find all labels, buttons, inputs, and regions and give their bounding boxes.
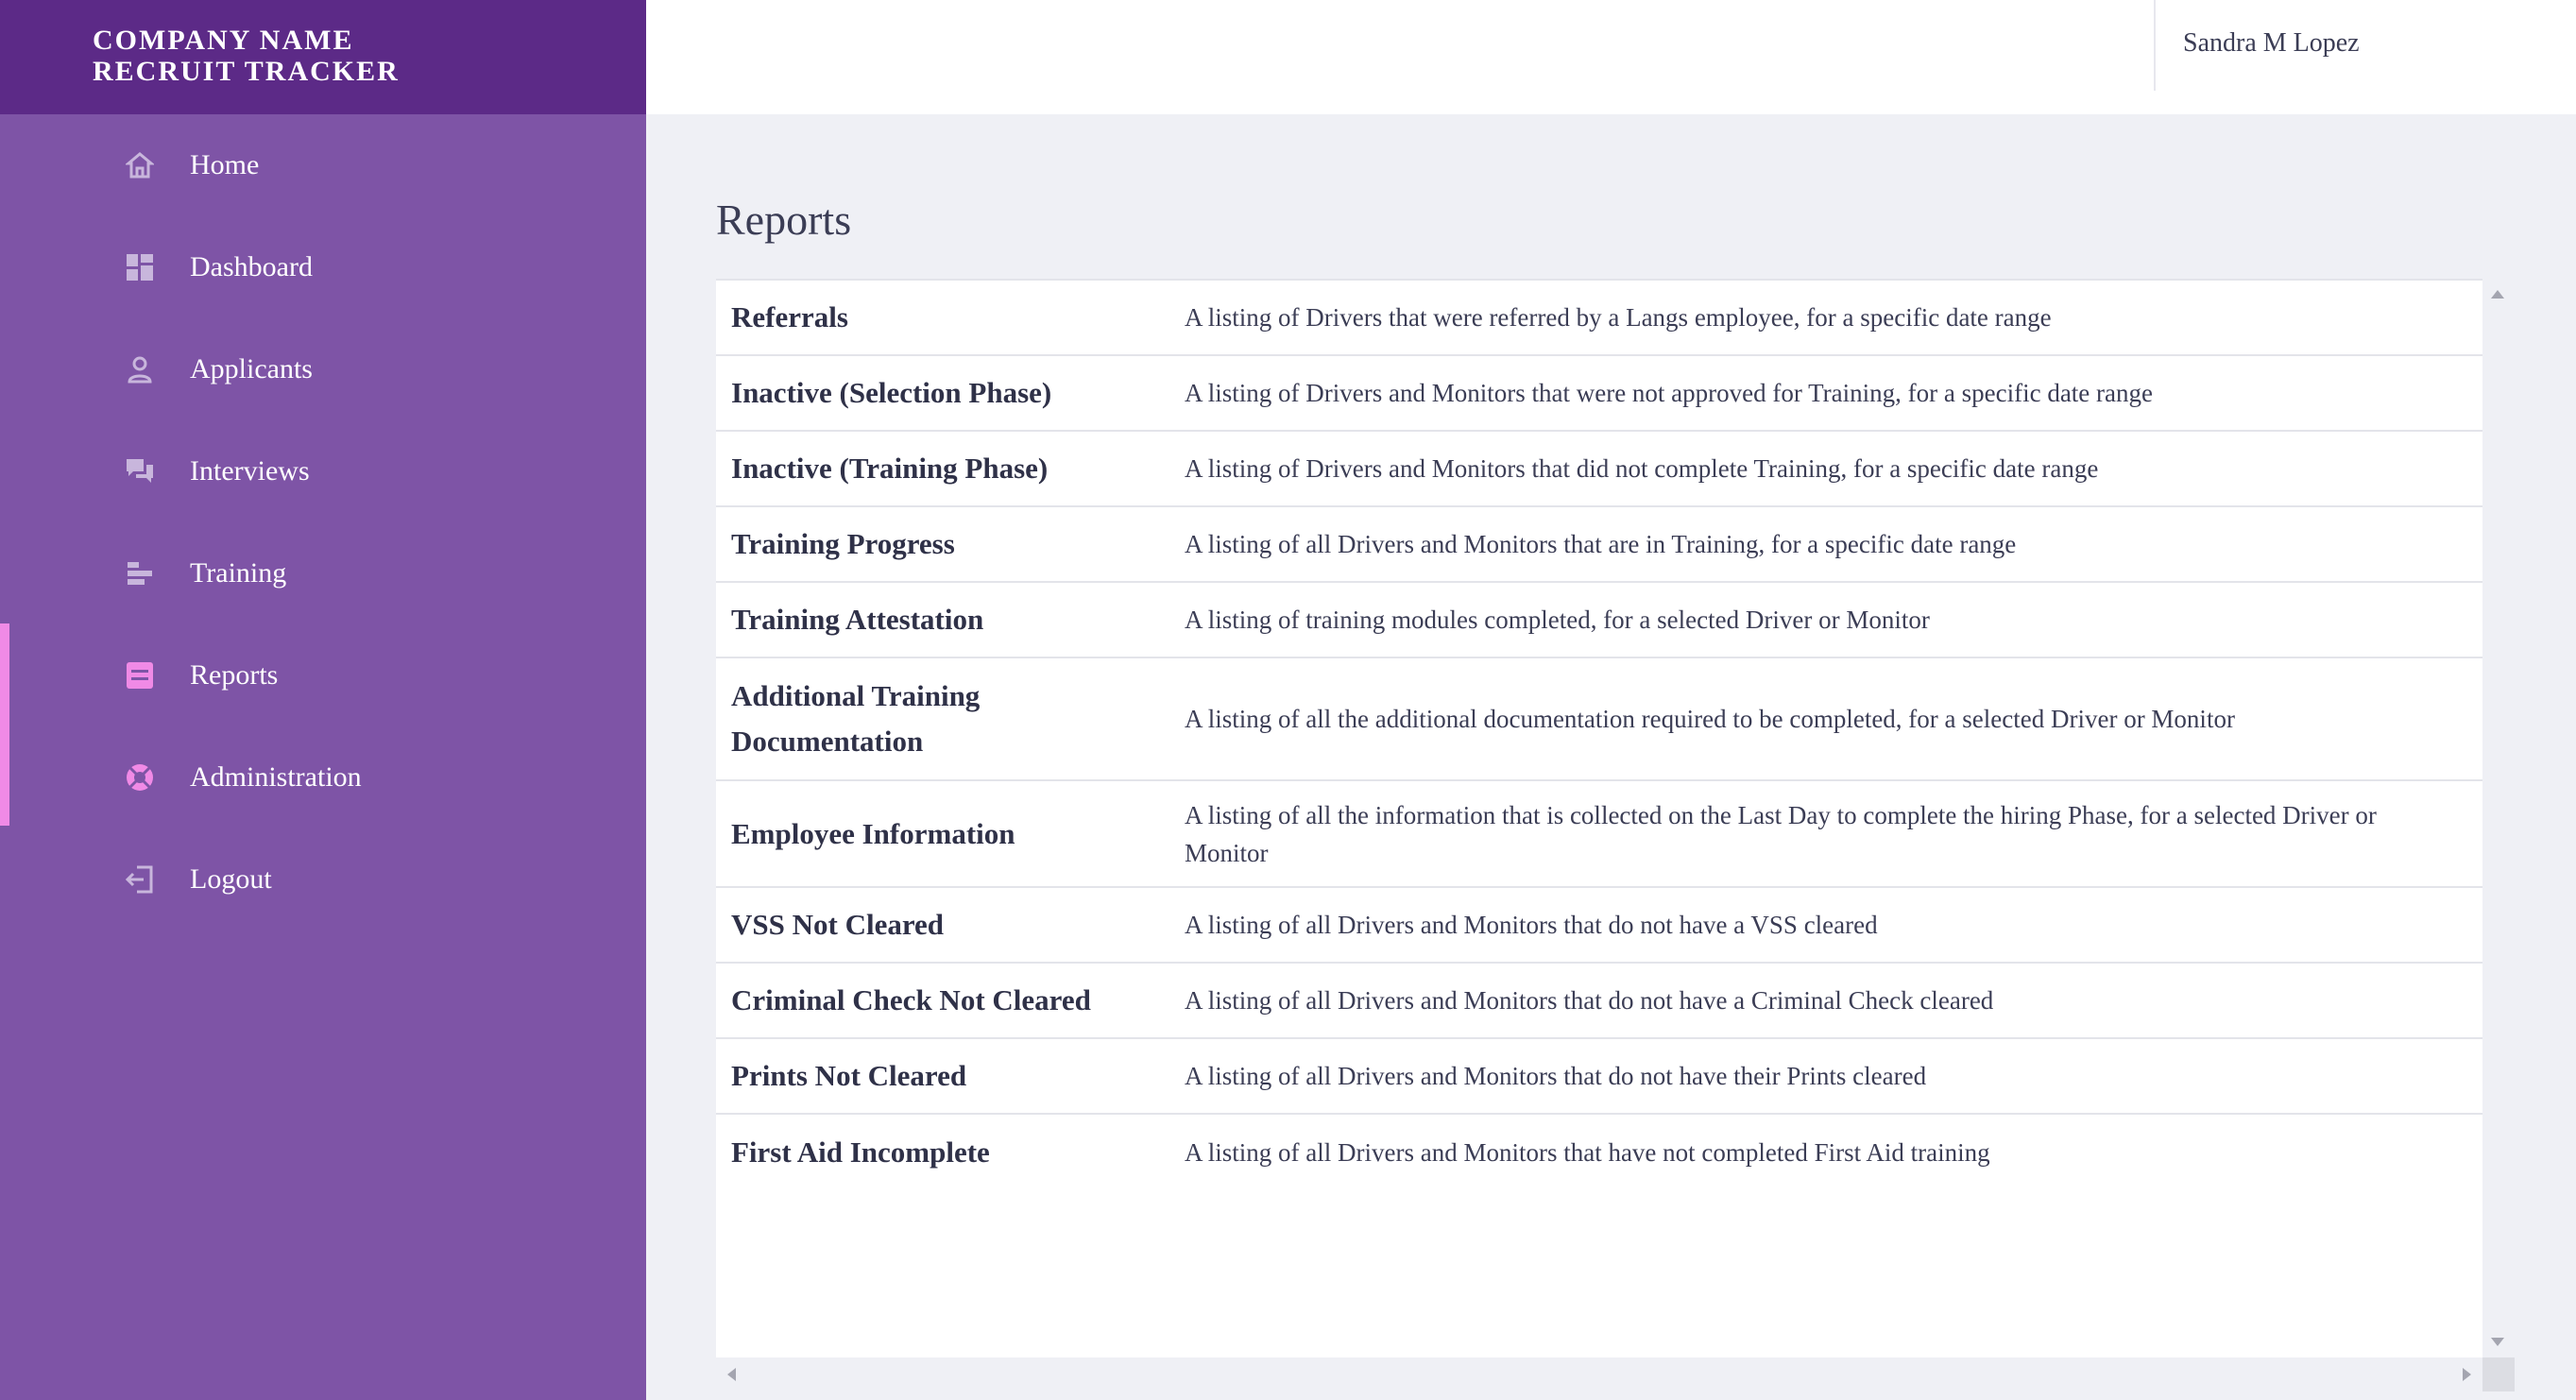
- table-row[interactable]: Training Attestation A listing of traini…: [716, 581, 2482, 657]
- sidebar-item-label: Interviews: [190, 455, 310, 487]
- dashboard-icon: [125, 252, 155, 282]
- reports-table: Referrals A listing of Drivers that were…: [716, 279, 2482, 1189]
- report-name-link[interactable]: Employee Information: [716, 779, 1185, 887]
- sidebar-item-label: Logout: [190, 863, 272, 895]
- table-row[interactable]: Prints Not Cleared A listing of all Driv…: [716, 1037, 2482, 1114]
- sidebar-item-label: Administration: [190, 761, 362, 793]
- report-description: A listing of training modules completed,…: [1185, 581, 2482, 657]
- table-row[interactable]: Criminal Check Not Cleared A listing of …: [716, 962, 2482, 1038]
- table-row[interactable]: Inactive (Selection Phase) A listing of …: [716, 354, 2482, 431]
- sidebar-item-logout[interactable]: Logout: [0, 828, 646, 930]
- sidebar: COMPANY NAME RECRUIT TRACKER Home Dashbo…: [0, 0, 646, 1400]
- sidebar-item-label: Home: [190, 149, 260, 180]
- sidebar-item-dashboard[interactable]: Dashboard: [0, 216, 646, 318]
- table-row[interactable]: First Aid Incomplete A listing of all Dr…: [716, 1113, 2482, 1189]
- report-name-link[interactable]: Referrals: [716, 279, 1185, 355]
- report-description: A listing of Drivers and Monitors that w…: [1185, 354, 2482, 431]
- chat-icon: [125, 456, 155, 487]
- table-row[interactable]: Employee Information A listing of all th…: [716, 779, 2482, 887]
- sidebar-item-label: Applicants: [190, 353, 313, 384]
- report-name-link[interactable]: Training Attestation: [716, 581, 1185, 657]
- report-name-link[interactable]: Training Progress: [716, 505, 1185, 582]
- sidebar-item-label: Training: [190, 557, 287, 589]
- page-title: Reports: [716, 196, 852, 244]
- table-row[interactable]: VSS Not Cleared A listing of all Drivers…: [716, 886, 2482, 963]
- brand-logo[interactable]: COMPANY NAME RECRUIT TRACKER: [0, 0, 646, 114]
- report-description: A listing of all Drivers and Monitors th…: [1185, 505, 2482, 582]
- training-icon: [125, 558, 155, 589]
- table-row[interactable]: Referrals A listing of Drivers that were…: [716, 279, 2482, 355]
- scroll-left-arrow-icon[interactable]: [727, 1368, 736, 1381]
- vertical-scrollbar[interactable]: [2482, 279, 2511, 1357]
- top-bar: Sandra M Lopez: [646, 0, 2576, 114]
- sidebar-nav: Home Dashboard Applicants Interviews Tra…: [0, 114, 646, 930]
- logout-icon: [125, 864, 155, 895]
- user-icon: [125, 354, 155, 384]
- sidebar-item-administration[interactable]: Administration: [0, 726, 646, 828]
- report-name-link[interactable]: Additional Training Documentation: [716, 657, 1185, 780]
- report-name-link[interactable]: Inactive (Selection Phase): [716, 354, 1185, 431]
- table-row[interactable]: Inactive (Training Phase) A listing of D…: [716, 430, 2482, 506]
- report-name-link[interactable]: Inactive (Training Phase): [716, 430, 1185, 506]
- user-menu[interactable]: Sandra M Lopez: [2183, 28, 2360, 59]
- report-name-link[interactable]: First Aid Incomplete: [716, 1113, 1185, 1189]
- report-description: A listing of all the information that is…: [1185, 779, 2482, 887]
- table-row[interactable]: Training Progress A listing of all Drive…: [716, 505, 2482, 582]
- scroll-up-arrow-icon[interactable]: [2491, 290, 2504, 299]
- report-name-link[interactable]: Prints Not Cleared: [716, 1037, 1185, 1114]
- report-description: A listing of all Drivers and Monitors th…: [1185, 962, 2482, 1038]
- lifebuoy-icon: [125, 762, 155, 793]
- scroll-right-arrow-icon[interactable]: [2463, 1368, 2471, 1381]
- sidebar-item-label: Reports: [190, 659, 279, 691]
- header-divider: [2154, 0, 2156, 91]
- report-description: A listing of Drivers and Monitors that d…: [1185, 430, 2482, 506]
- scroll-down-arrow-icon[interactable]: [2491, 1338, 2504, 1346]
- sidebar-item-reports[interactable]: Reports: [0, 624, 646, 726]
- reports-table-container: Referrals A listing of Drivers that were…: [716, 279, 2482, 1357]
- report-description: A listing of Drivers that were referred …: [1185, 279, 2482, 355]
- report-icon: [125, 660, 155, 691]
- report-description: A listing of all Drivers and Monitors th…: [1185, 1113, 2482, 1189]
- report-description: A listing of all Drivers and Monitors th…: [1185, 886, 2482, 963]
- sidebar-item-applicants[interactable]: Applicants: [0, 318, 646, 420]
- report-description: A listing of all Drivers and Monitors th…: [1185, 1037, 2482, 1114]
- report-name-link[interactable]: Criminal Check Not Cleared: [716, 962, 1185, 1038]
- horizontal-scrollbar[interactable]: [716, 1357, 2482, 1391]
- sidebar-item-interviews[interactable]: Interviews: [0, 420, 646, 522]
- brand-company-name: COMPANY NAME: [93, 25, 354, 56]
- sidebar-item-label: Dashboard: [190, 251, 313, 282]
- sidebar-item-home[interactable]: Home: [0, 114, 646, 216]
- brand-app-name: RECRUIT TRACKER: [93, 56, 400, 87]
- scrollbar-corner: [2482, 1357, 2515, 1391]
- report-name-link[interactable]: VSS Not Cleared: [716, 886, 1185, 963]
- report-description: A listing of all the additional document…: [1185, 657, 2482, 780]
- sidebar-item-training[interactable]: Training: [0, 522, 646, 624]
- table-row[interactable]: Additional Training Documentation A list…: [716, 657, 2482, 780]
- home-icon: [125, 150, 155, 180]
